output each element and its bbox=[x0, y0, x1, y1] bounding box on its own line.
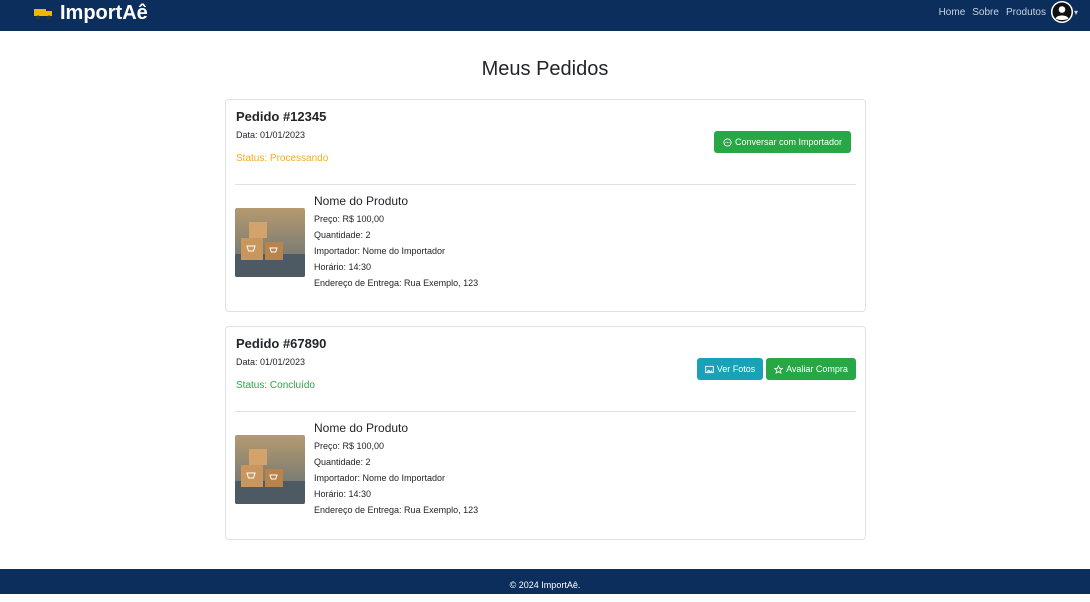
product-quantity: Quantidade: 2 bbox=[314, 230, 371, 240]
divider bbox=[235, 184, 856, 185]
product-name: Nome do Produto bbox=[314, 194, 409, 208]
nav-produtos[interactable]: Produtos bbox=[1006, 7, 1046, 18]
chat-importer-label: Conversar com Importador bbox=[734, 137, 843, 147]
product-importer: Importador: Nome do Importador bbox=[314, 473, 446, 483]
brand-logo[interactable]: ImportAê bbox=[34, 1, 148, 25]
rate-purchase-label: Avaliar Compra bbox=[786, 364, 848, 374]
product-quantity: Quantidade: 2 bbox=[314, 457, 371, 467]
product-price: Preço: R$ 100,00 bbox=[314, 214, 385, 224]
order-card: Pedido #67890 Data: 01/01/2023 Status: C… bbox=[225, 326, 866, 540]
product-importer: Importador: Nome do Importador bbox=[314, 246, 446, 256]
chevron-down-icon[interactable]: ▾ bbox=[1074, 8, 1078, 17]
footer-copyright: © 2024 ImportAê. bbox=[509, 580, 581, 590]
rate-purchase-button[interactable]: Avaliar Compra bbox=[766, 358, 856, 380]
product-price: Preço: R$ 100,00 bbox=[314, 441, 385, 451]
product-time: Horário: 14:30 bbox=[314, 489, 372, 499]
view-photos-label: Ver Fotos bbox=[716, 364, 756, 374]
divider bbox=[235, 411, 856, 412]
image-icon bbox=[705, 365, 714, 373]
order-status: Status: Processando bbox=[236, 153, 329, 164]
product-name: Nome do Produto bbox=[314, 421, 409, 435]
product-address: Endereço de Entrega: Rua Exemplo, 123 bbox=[314, 505, 479, 515]
nav-sobre[interactable]: Sobre bbox=[972, 7, 999, 18]
page-title: Meus Pedidos bbox=[481, 58, 609, 80]
star-icon bbox=[774, 364, 784, 374]
view-photos-button[interactable]: Ver Fotos bbox=[697, 358, 763, 380]
truck-logo-icon bbox=[34, 9, 52, 20]
order-status: Status: Concluído bbox=[236, 380, 315, 391]
product-address: Endereço de Entrega: Rua Exemplo, 123 bbox=[314, 278, 479, 288]
chat-importer-button[interactable]: Conversar com Importador bbox=[714, 131, 851, 153]
order-date: Data: 01/01/2023 bbox=[236, 357, 306, 367]
footer: © 2024 ImportAê. bbox=[0, 569, 1090, 594]
nav-home[interactable]: Home bbox=[939, 7, 966, 18]
product-image bbox=[235, 208, 305, 277]
user-avatar-icon[interactable] bbox=[1050, 1, 1073, 23]
order-card: Pedido #12345 Data: 01/01/2023 Status: P… bbox=[225, 99, 866, 312]
top-navbar: ImportAê Home Sobre Produtos ▾ bbox=[0, 0, 1090, 31]
main-nav: Home Sobre Produtos ▾ bbox=[932, 0, 1078, 24]
order-id: Pedido #67890 bbox=[236, 336, 327, 351]
order-date: Data: 01/01/2023 bbox=[236, 130, 306, 140]
product-time: Horário: 14:30 bbox=[314, 262, 372, 272]
chat-icon bbox=[723, 137, 732, 147]
product-image bbox=[235, 435, 305, 504]
order-id: Pedido #12345 bbox=[236, 109, 327, 124]
brand-name: ImportAê bbox=[60, 1, 148, 24]
